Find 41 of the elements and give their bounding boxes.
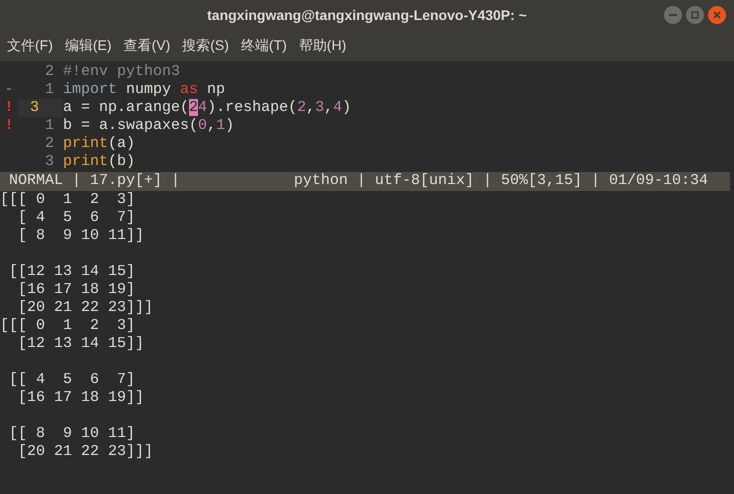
minimize-icon — [669, 14, 677, 16]
output-line: [ 8 9 10 11]] — [17, 227, 146, 245]
sign-marker: - — [4, 81, 14, 98]
output-line: [ 4 5 6 7] — [17, 209, 136, 227]
line-number: 3 — [44, 153, 55, 171]
menu-item[interactable]: 终端(T) — [240, 35, 288, 56]
output-line: [[12 13 14 15] — [8, 263, 136, 281]
menu-item[interactable]: 帮助(H) — [298, 35, 348, 56]
line-number: 3 — [18, 99, 63, 117]
output-line: [[ 4 5 6 7] — [8, 371, 136, 389]
code-line: import numpy as np — [63, 81, 226, 99]
code-line: print(b) — [63, 153, 136, 171]
menu-item[interactable]: 编辑(E) — [64, 35, 113, 56]
maximize-icon — [691, 11, 699, 19]
status-left: NORMAL | 17.py[+] | — [9, 172, 180, 191]
menu-item[interactable]: 文件(F) — [6, 35, 54, 56]
output-line: [16 17 18 19] — [17, 281, 136, 299]
code-line: print(a) — [63, 135, 136, 153]
line-number: 2 — [44, 135, 55, 153]
output-line: [20 21 22 23]]] — [17, 443, 154, 461]
close-button[interactable] — [708, 6, 726, 24]
output-line: [20 21 22 23]]] — [17, 299, 154, 317]
code-line: #!env python3 — [63, 63, 180, 81]
output-line: [16 17 18 19]] — [17, 389, 146, 407]
line-number: 2 — [44, 63, 55, 81]
sign-marker: ! — [4, 99, 14, 116]
output-line: [12 13 14 15]] — [17, 335, 146, 353]
menu-item[interactable]: 查看(V) — [122, 35, 172, 56]
sign-marker: ! — [4, 117, 14, 134]
output-line: [[ 8 9 10 11] — [8, 425, 136, 443]
line-number: 1 — [44, 117, 55, 135]
close-icon — [713, 11, 721, 19]
maximize-button[interactable] — [686, 6, 704, 24]
output-line: [[[ 0 1 2 3] — [0, 317, 136, 335]
line-number: 1 — [44, 81, 55, 99]
menu-item[interactable]: 搜索(S) — [181, 35, 230, 56]
output-line: [[[ 0 1 2 3] — [0, 191, 136, 209]
window-title: tangxingwang@tangxingwang-Lenovo-Y430P: ~ — [207, 6, 527, 25]
code-line: b = a.swapaxes(0,1) — [63, 117, 234, 135]
minimize-button[interactable] — [664, 6, 682, 24]
status-right: python | utf-8[unix] | 50%[3,15] | 01/09-10:34 — [294, 172, 708, 191]
